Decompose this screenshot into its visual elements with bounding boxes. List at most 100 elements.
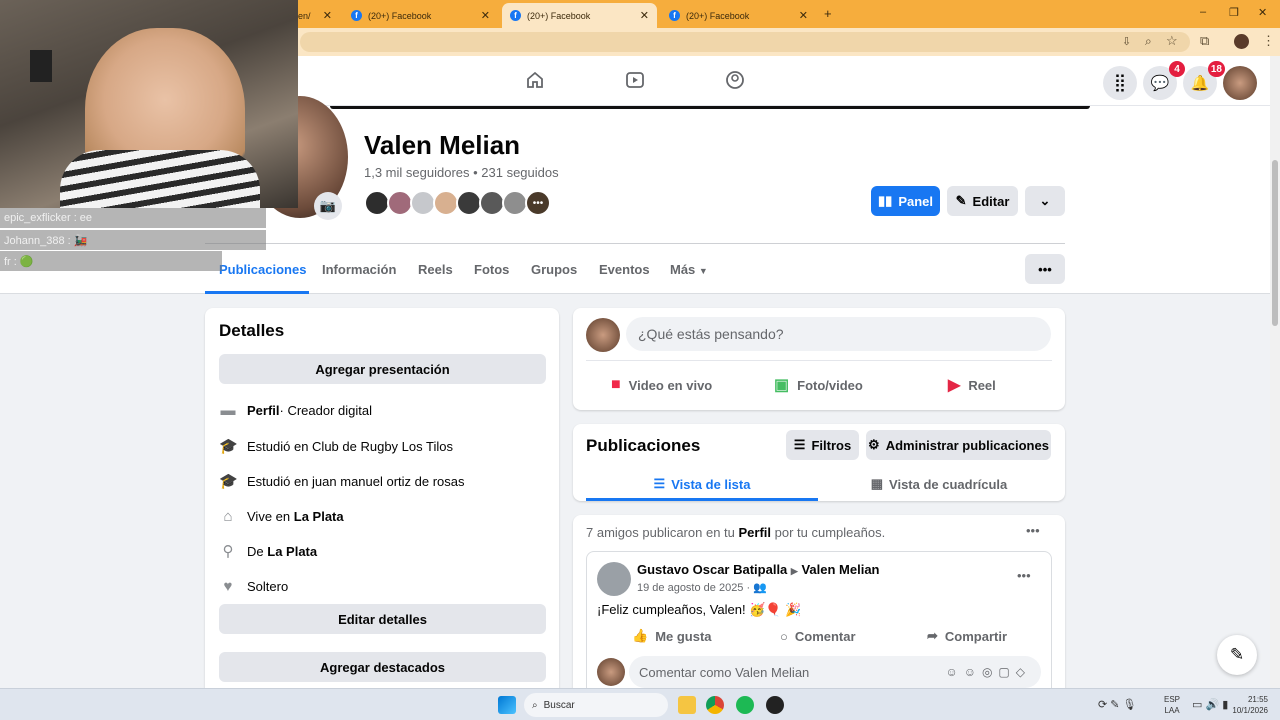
tab-grupos[interactable]: Grupos <box>531 262 577 277</box>
author-avatar[interactable] <box>597 562 631 596</box>
more-friends-icon[interactable]: ••• <box>525 190 551 216</box>
post-author[interactable]: Gustavo Oscar Batipalla <box>637 562 787 577</box>
list-view-tab[interactable]: ☰ Vista de lista <box>586 470 818 498</box>
chart-icon: ▮▮ <box>878 193 893 208</box>
extensions-icon[interactable]: ⧉ <box>1200 33 1209 49</box>
share-button[interactable]: ➦ Compartir <box>927 625 1007 647</box>
close-tab-icon[interactable]: ✕ <box>799 9 808 22</box>
photo-video-button[interactable]: ▣ Foto/video <box>774 372 863 398</box>
reel-button[interactable]: ▶ Reel <box>948 372 996 398</box>
page-scrollbar[interactable] <box>1270 56 1280 688</box>
share-icon: ➦ <box>927 628 938 643</box>
clock[interactable]: 21:55 10/1/2026 <box>1228 694 1268 716</box>
close-window-button[interactable]: ✕ <box>1258 6 1267 19</box>
post-date[interactable]: 19 de agosto de 2025 · <box>637 582 753 594</box>
browser-profile-avatar[interactable] <box>1234 34 1249 49</box>
spotify-icon[interactable] <box>736 696 754 714</box>
home-icon[interactable] <box>523 68 547 92</box>
briefcase-icon: ▬ <box>220 401 236 419</box>
close-tab-icon[interactable]: ✕ <box>481 9 490 22</box>
tab-publicaciones[interactable]: Publicaciones <box>219 262 306 277</box>
edit-details-button[interactable]: Editar detalles <box>219 604 546 634</box>
reel-label: Reel <box>968 377 996 393</box>
new-message-button[interactable]: ✎ <box>1217 635 1257 675</box>
video-icon[interactable] <box>623 68 647 92</box>
more-options-button[interactable]: ••• <box>1025 254 1065 284</box>
composer-avatar[interactable] <box>586 318 620 352</box>
chat-message: epic_exflicker : ee <box>0 208 266 228</box>
detail-bold[interactable]: La Plata <box>294 509 344 524</box>
add-featured-button[interactable]: Agregar destacados <box>219 652 546 682</box>
detail-row: ⚲ De La Plata <box>219 541 318 561</box>
panel-button[interactable]: ▮▮ Panel <box>871 186 940 216</box>
close-tab-icon[interactable]: ✕ <box>323 9 332 22</box>
add-intro-button[interactable]: Agregar presentación <box>219 354 546 384</box>
system-status-icons[interactable]: ▭ 🔊 ▮ <box>1192 698 1228 711</box>
account-avatar[interactable] <box>1223 66 1257 100</box>
composer-input[interactable]: ¿Qué estás pensando? <box>626 317 1051 351</box>
start-icon[interactable] <box>498 696 516 714</box>
like-button[interactable]: 👍 Me gusta <box>632 625 712 647</box>
change-photo-button[interactable]: 📷 <box>314 192 342 220</box>
detail-text: Estudió en juan manuel ortiz de rosas <box>247 473 465 489</box>
chrome-icon[interactable] <box>706 696 724 714</box>
comment-input[interactable]: Comentar como Valen Melian ☺☺◎▢◇ <box>629 656 1041 688</box>
detail-bold[interactable]: Perfil <box>247 403 280 418</box>
grid-view-tab[interactable]: ▦ Vista de cuadrícula <box>823 470 1055 498</box>
detail-text: Soltero <box>247 578 289 594</box>
browser-tab-active[interactable]: f (20+) Facebook ✕ <box>502 3 657 28</box>
search-icon: ⌕ <box>532 699 538 711</box>
edit-profile-button[interactable]: ✎ Editar <box>947 186 1018 216</box>
detail-bold[interactable]: La Plata <box>267 544 317 559</box>
comment-button[interactable]: ○ Comentar <box>780 625 856 647</box>
browser-menu-icon[interactable]: ⋮ <box>1262 33 1275 49</box>
tab-reels[interactable]: Reels <box>418 262 453 277</box>
zoom-icon[interactable]: ⌕ <box>1145 34 1152 49</box>
live-video-icon: ■ <box>611 376 621 393</box>
cover-photo[interactable] <box>330 106 1090 109</box>
post-options-icon[interactable]: ••• <box>1026 523 1040 538</box>
comment-tools-icons[interactable]: ☺☺◎▢◇ <box>945 665 1031 679</box>
messenger-badge: 4 <box>1169 61 1185 77</box>
arrow-right-icon: ▶ <box>790 566 798 576</box>
commenter-avatar[interactable] <box>597 658 625 686</box>
browser-tab[interactable]: f (20+) Facebook ✕ <box>343 3 498 28</box>
minimize-button[interactable]: – <box>1200 6 1206 18</box>
compose-icon: ✎ <box>1229 645 1245 664</box>
maximize-button[interactable]: ❐ <box>1229 6 1239 19</box>
tab-eventos[interactable]: Eventos <box>599 262 650 277</box>
browser-tab[interactable]: f (20+) Facebook ✕ <box>661 3 816 28</box>
post-target[interactable]: Valen Melian <box>801 562 879 577</box>
follower-count[interactable]: 1,3 mil seguidores • 231 seguidos <box>364 165 559 180</box>
live-video-button[interactable]: ■ Video en vivo <box>611 372 712 398</box>
filters-button[interactable]: ☰ Filtros <box>786 430 859 460</box>
manage-posts-button[interactable]: ⚙ Administrar publicaciones <box>866 430 1051 460</box>
photo-icon: ▣ <box>774 377 790 394</box>
bookmark-star-icon[interactable]: ☆ <box>1166 33 1178 49</box>
address-bar[interactable] <box>300 32 1190 52</box>
install-app-icon[interactable]: ⇩ <box>1122 35 1131 48</box>
groups-icon[interactable] <box>723 68 747 92</box>
tray-icons[interactable]: ⟳ ✎ 🎙 <box>1098 698 1137 711</box>
summary-bold[interactable]: Perfil <box>738 525 771 540</box>
app-icon[interactable] <box>766 696 784 714</box>
language-indicator[interactable]: ESP LAA <box>1164 694 1180 716</box>
scrollbar-thumb[interactable] <box>1272 160 1278 326</box>
new-tab-button[interactable]: + <box>824 6 832 21</box>
notifications-button[interactable]: 🔔 18 <box>1183 61 1225 100</box>
graduation-icon: 🎓 <box>219 473 238 490</box>
graduation-icon: 🎓 <box>219 438 238 455</box>
tab-fotos[interactable]: Fotos <box>474 262 509 277</box>
profile-dropdown-button[interactable]: ⌄ <box>1025 186 1065 216</box>
messenger-button[interactable]: 💬 4 <box>1143 61 1185 100</box>
menu-grid-button[interactable]: ⣿ <box>1103 66 1137 100</box>
tab-mas[interactable]: Más ▼ <box>670 262 708 277</box>
file-explorer-icon[interactable] <box>678 696 696 714</box>
close-tab-icon[interactable]: ✕ <box>640 9 649 22</box>
tab-informacion[interactable]: Información <box>322 262 396 277</box>
taskbar-search[interactable]: ⌕ Buscar <box>524 693 668 717</box>
clock-time: 21:55 <box>1247 695 1268 704</box>
post-summary: 7 amigos publicaron en tu Perfil por tu … <box>586 525 885 540</box>
caret-down-icon: ▼ <box>698 266 708 276</box>
inner-post-options-icon[interactable]: ••• <box>1017 568 1031 583</box>
